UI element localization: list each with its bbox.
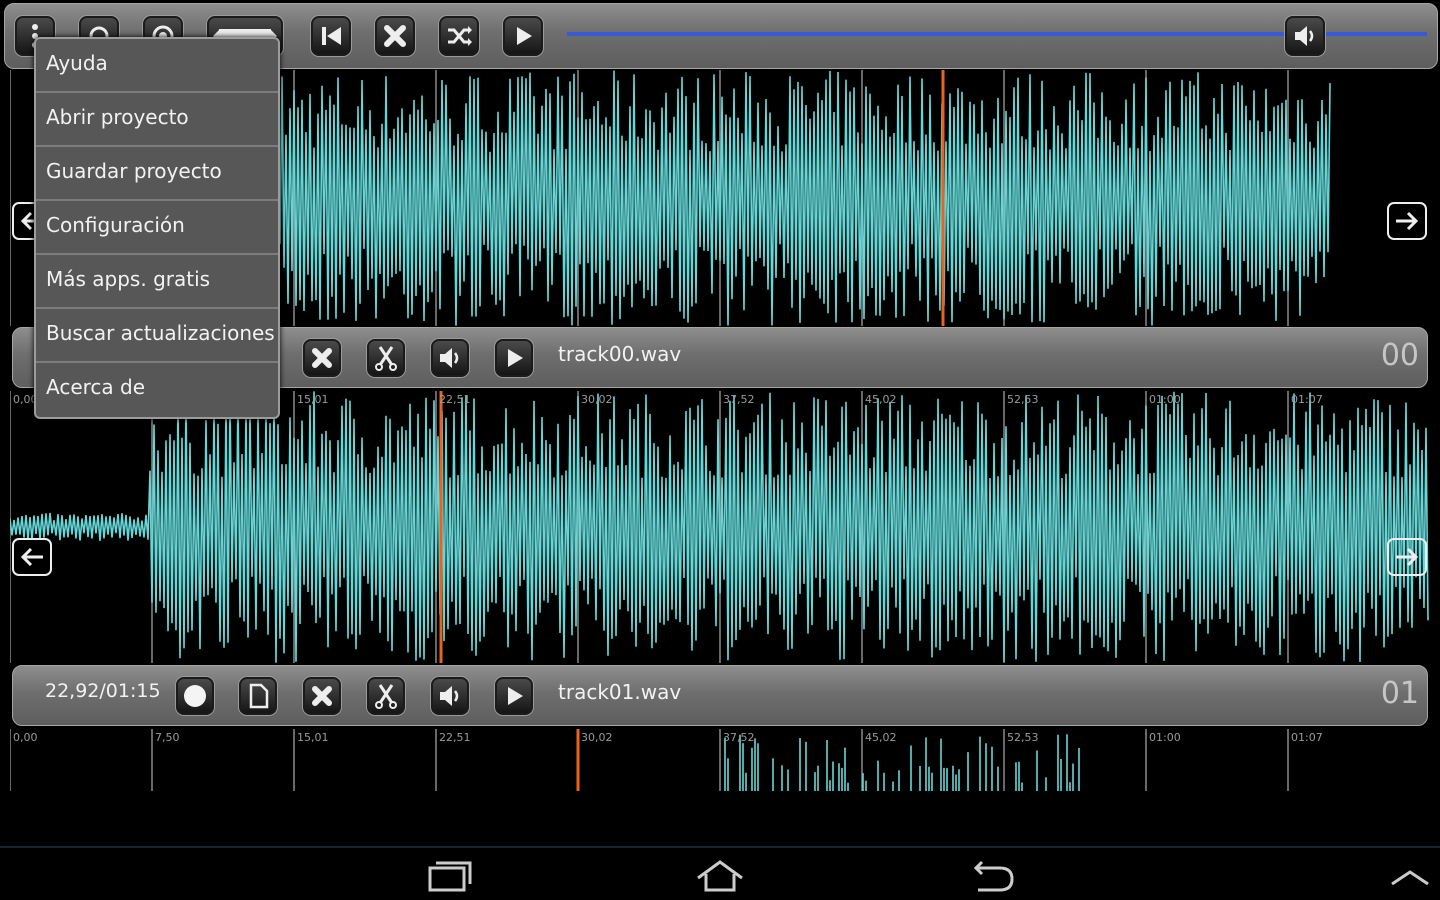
chevron-up-icon[interactable]: [1380, 856, 1440, 896]
close-icon: [312, 685, 332, 706]
volume-slider-thumb[interactable]: [1285, 16, 1325, 56]
track01-play-button[interactable]: [495, 676, 533, 715]
track01-number: 01: [1380, 676, 1419, 711]
menu-item-1[interactable]: Ayuda: [36, 39, 278, 93]
timeline-tick-label: 37,52: [723, 393, 755, 406]
back-icon[interactable]: [962, 856, 1022, 896]
timeline-tick-label: 01:07: [1291, 393, 1323, 406]
track00-signal: [279, 70, 1331, 326]
track00-volume-button[interactable]: [431, 338, 469, 377]
timeline-tick-label: 22,51: [439, 731, 471, 744]
timeline-tick-label: 01:00: [1149, 731, 1181, 744]
skip-start-icon: [322, 27, 341, 45]
shuffle-icon: [448, 26, 472, 46]
audio-editor-app: track00.wav 00 0,00 7,50 15,01 22,51 30,02 37…: [0, 0, 1440, 900]
track01-signal: [10, 391, 1429, 663]
timeline-tick-label: 01:07: [1291, 731, 1323, 744]
track01-controls: 22,92/01:15 track01.wav 01: [12, 665, 1428, 726]
track00-delete-button[interactable]: [303, 338, 341, 377]
timeline-tick-label: 15,01: [297, 731, 329, 744]
shuffle-button[interactable]: [439, 16, 479, 56]
menu-item-2[interactable]: Abrir proyecto: [36, 93, 278, 147]
overflow-menu: Ayuda Abrir proyecto Guardar proyecto Confi…: [34, 37, 280, 419]
menu-item-3[interactable]: Guardar proyecto: [36, 147, 278, 201]
timeline-tick-label: 52,53: [1007, 393, 1039, 406]
play-icon: [508, 348, 523, 367]
timeline-tick-label: 52,53: [1007, 731, 1039, 744]
track00-filename: track00.wav: [558, 342, 682, 366]
timeline-tick-label: 45,02: [865, 393, 897, 406]
track00-scroll-right-button[interactable]: [1387, 202, 1427, 240]
track00-cut-button[interactable]: [367, 338, 405, 377]
menu-item-6[interactable]: Buscar actualizaciones: [36, 309, 278, 363]
timeline-tick-label: 30,02: [581, 731, 613, 744]
track01-position-time: 22,92/01:15: [45, 680, 161, 702]
system-navigation-bar: [0, 846, 1440, 900]
track01-new-file-button[interactable]: [239, 676, 277, 715]
timeline-tick-label: 37,52: [723, 731, 755, 744]
track01-record-button[interactable]: [176, 676, 214, 715]
track01-scroll-left-button[interactable]: [12, 538, 52, 576]
track00-play-button[interactable]: [495, 338, 533, 377]
record-icon: [184, 684, 206, 707]
clear-button[interactable]: [375, 16, 415, 56]
track00-number: 00: [1380, 338, 1419, 373]
track01-delete-button[interactable]: [303, 676, 341, 715]
close-icon: [312, 347, 332, 368]
play-icon: [517, 27, 532, 45]
track01-scroll-right-button[interactable]: [1387, 538, 1427, 576]
track01-filename: track01.wav: [558, 680, 682, 704]
speaker-icon: [440, 685, 459, 706]
play-all-button[interactable]: [503, 16, 543, 56]
recent-apps-icon[interactable]: [420, 856, 480, 896]
arrow-right-icon: [1396, 211, 1419, 231]
menu-item-5[interactable]: Más apps. gratis: [36, 255, 278, 309]
speaker-icon: [440, 347, 459, 368]
file-icon: [249, 683, 269, 708]
arrow-left-icon: [20, 547, 43, 567]
play-icon: [508, 686, 523, 705]
timeline-tick-label: 0,00: [13, 731, 38, 744]
track01-cut-button[interactable]: [367, 676, 405, 715]
skip-to-start-button[interactable]: [311, 16, 351, 56]
timeline-tick-label: 22,51: [439, 393, 471, 406]
track01-volume-button[interactable]: [431, 676, 469, 715]
timeline-tick-label: 30,02: [581, 393, 613, 406]
arrow-right-icon: [1396, 547, 1419, 567]
close-icon: [384, 25, 406, 47]
track02-waveform[interactable]: 0,00 7,50 15,01 22,51 30,02 37,52 45,02 52,53 01…: [10, 729, 1430, 791]
home-icon[interactable]: [690, 856, 750, 896]
scissors-icon: [375, 683, 397, 709]
speaker-icon: [1295, 26, 1314, 46]
timeline-tick-label: 7,50: [155, 731, 180, 744]
timeline-tick-label: 01:00: [1149, 393, 1181, 406]
track01-waveform[interactable]: 0,007,5015,0122,5130,0237,5245,0252,5301…: [10, 391, 1430, 663]
menu-item-4[interactable]: Configuración: [36, 201, 278, 255]
menu-item-7[interactable]: Acerca de: [36, 363, 278, 417]
timeline-tick-label: 15,01: [297, 393, 329, 406]
scissors-icon: [375, 345, 397, 371]
timeline-tick-label: 45,02: [865, 731, 897, 744]
